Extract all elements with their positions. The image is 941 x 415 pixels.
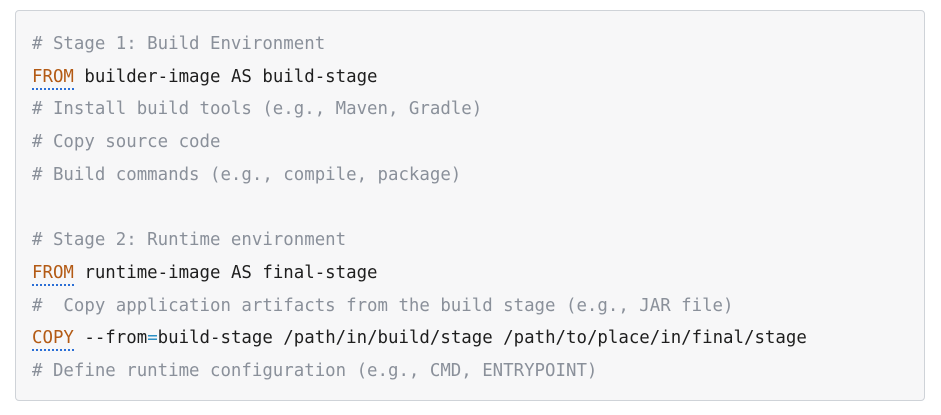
code-line-comment: # Copy application artifacts from the bu… [32,295,734,316]
code-line-comment: # Install build tools (e.g., Maven, Grad… [32,99,483,120]
code-operator: = [147,328,158,349]
code-line-comment: # Build commands (e.g., compile, package… [32,164,462,185]
code-line-text: runtime-image AS final-stage [73,262,378,283]
code-flag: --from [73,328,148,349]
keyword-from: FROM [32,66,74,90]
code-line-comment: # Stage 2: Runtime environment [32,230,347,251]
code-line-text: build-stage /path/in/build/stage /path/t… [157,328,807,349]
keyword-copy: COPY [32,328,74,352]
code-line-from: FROM builder-image AS build-stage [32,61,908,94]
code-line-comment: # Copy source code [32,132,221,153]
code-line-from: FROM runtime-image AS final-stage [32,257,908,290]
code-block: # Stage 1: Build Environment FROM builde… [15,10,925,401]
code-line-comment: # Define runtime configuration (e.g., CM… [32,360,598,381]
keyword-from: FROM [32,262,74,286]
code-line-copy: COPY --from=build-stage /path/in/build/s… [32,322,908,355]
code-line-comment: # Stage 1: Build Environment [32,34,326,54]
code-line-text: builder-image AS build-stage [73,66,378,87]
